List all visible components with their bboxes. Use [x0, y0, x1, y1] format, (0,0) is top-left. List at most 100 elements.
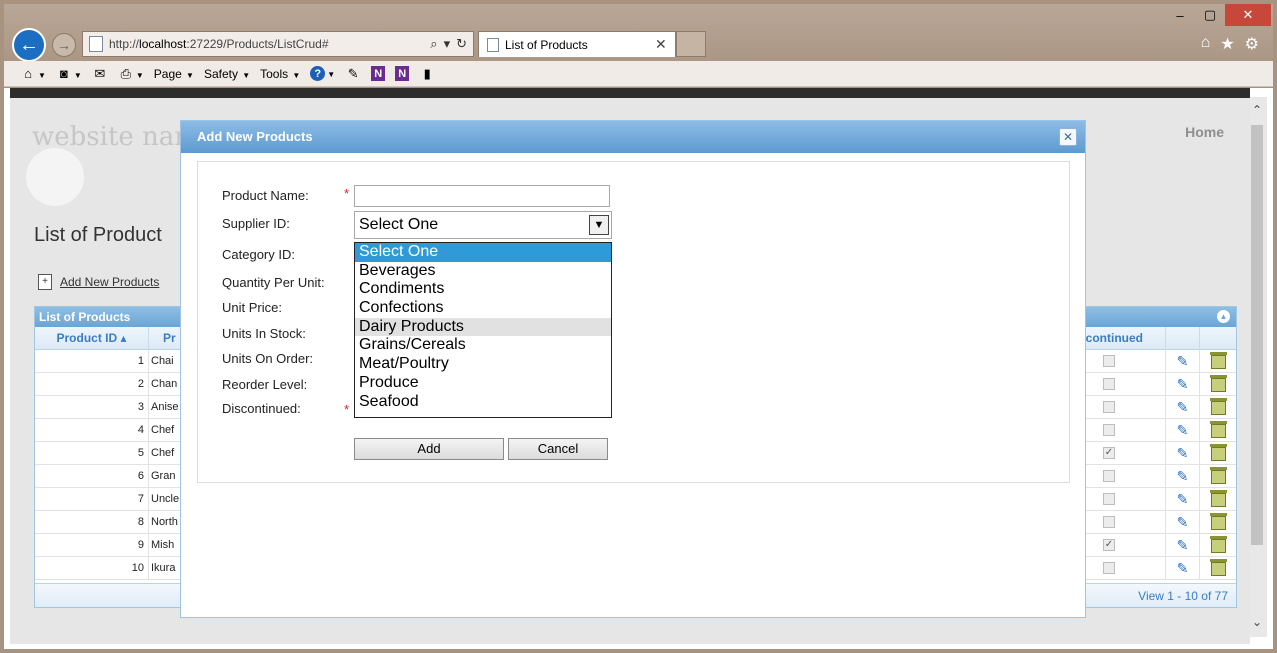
- discontinued-checkbox[interactable]: [1103, 493, 1115, 505]
- trash-icon[interactable]: [1199, 488, 1237, 511]
- category-option[interactable]: Meat/Poultry: [355, 355, 611, 374]
- column-header-edit: [1165, 327, 1199, 350]
- category-option[interactable]: Dairy Products: [355, 317, 611, 337]
- page-scrollbar[interactable]: ⌃ ⌄: [1247, 97, 1267, 637]
- pencil-icon[interactable]: ✎: [1165, 373, 1199, 396]
- discontinued-checkbox[interactable]: [1103, 470, 1115, 482]
- trash-icon[interactable]: [1199, 557, 1237, 580]
- scroll-down-icon[interactable]: ⌄: [1247, 613, 1267, 631]
- label-units-in-stock: Units In Stock:: [222, 326, 306, 341]
- add-button[interactable]: Add: [354, 438, 504, 460]
- discontinued-checkbox[interactable]: ✓: [1103, 447, 1115, 459]
- onenote-icon[interactable]: N: [371, 66, 386, 81]
- pencil-icon[interactable]: ✎: [1165, 419, 1199, 442]
- category-option[interactable]: Condiments: [355, 280, 611, 299]
- gear-icon[interactable]: ⚙: [1245, 34, 1259, 54]
- cell-product-id: 1: [35, 350, 149, 373]
- chevron-down-icon[interactable]: ▼: [589, 215, 609, 235]
- cell-product-id: 9: [35, 534, 149, 557]
- category-option[interactable]: Beverages: [355, 262, 611, 281]
- trash-icon[interactable]: [1199, 442, 1237, 465]
- close-window-icon[interactable]: ✕: [1225, 4, 1271, 26]
- trash-icon[interactable]: [1199, 465, 1237, 488]
- discontinued-checkbox[interactable]: [1103, 516, 1115, 528]
- dialog-title: Add New Products: [197, 129, 313, 144]
- category-option[interactable]: Seafood: [355, 393, 611, 412]
- mail-icon[interactable]: ✉: [92, 66, 108, 82]
- research-icon[interactable]: ✎: [345, 66, 361, 82]
- pencil-icon[interactable]: ✎: [1165, 465, 1199, 488]
- category-dropdown-list[interactable]: Select One Beverages Condiments Confections…: [354, 242, 612, 418]
- window-controls: – ▢ ✕: [1165, 4, 1271, 26]
- onenote-linked-icon[interactable]: N: [395, 66, 410, 81]
- cell-product-id: 7: [35, 488, 149, 511]
- trash-icon[interactable]: [1199, 534, 1237, 557]
- trash-icon[interactable]: [1199, 419, 1237, 442]
- trash-icon[interactable]: [1199, 511, 1237, 534]
- cell-product-name: Chef: [151, 424, 175, 436]
- tab-close-icon[interactable]: ✕: [655, 36, 675, 53]
- address-bar[interactable]: http://localhost:27229/Products/ListCrud…: [82, 31, 474, 57]
- favorites-star-icon[interactable]: ★: [1220, 34, 1234, 54]
- cell-product-id: 3: [35, 396, 149, 419]
- supplier-select[interactable]: Select One ▼: [354, 211, 612, 239]
- back-arrow-icon[interactable]: ←: [12, 28, 46, 62]
- scroll-thumb[interactable]: [1251, 125, 1263, 545]
- minimize-icon[interactable]: –: [1165, 4, 1195, 26]
- page-menu[interactable]: Page ▼: [154, 67, 194, 81]
- category-option[interactable]: Select One: [355, 243, 611, 262]
- pencil-icon[interactable]: ✎: [1165, 534, 1199, 557]
- pencil-icon[interactable]: ✎: [1165, 511, 1199, 534]
- search-icon[interactable]: ⌕: [430, 36, 437, 52]
- feeds-cmd[interactable]: ◙ ▼: [56, 66, 82, 82]
- page-title: List of Product: [34, 224, 162, 246]
- pencil-icon[interactable]: ✎: [1165, 396, 1199, 419]
- discontinued-checkbox[interactable]: [1103, 378, 1115, 390]
- column-header-product-id[interactable]: Product ID ▴: [35, 327, 149, 349]
- browser-tab[interactable]: List of Products ✕: [478, 31, 676, 57]
- discontinued-checkbox[interactable]: [1103, 424, 1115, 436]
- label-reorder-level: Reorder Level:: [222, 377, 308, 392]
- category-option[interactable]: Confections: [355, 299, 611, 318]
- tools-menu[interactable]: Tools ▼: [260, 67, 300, 81]
- cell-product-id: 6: [35, 465, 149, 488]
- help-cmd[interactable]: ? ▼: [310, 66, 335, 82]
- add-new-products-link[interactable]: + Add New Products: [38, 274, 159, 290]
- trash-icon[interactable]: [1199, 373, 1237, 396]
- column-header-product-name[interactable]: Pr: [149, 327, 179, 349]
- discontinued-checkbox[interactable]: [1103, 355, 1115, 367]
- addon-icon[interactable]: ▮: [419, 66, 435, 82]
- pencil-icon[interactable]: ✎: [1165, 488, 1199, 511]
- label-product-name: Product Name:: [222, 188, 309, 203]
- pencil-icon[interactable]: ✎: [1165, 557, 1199, 580]
- dropdown-icon[interactable]: ▾: [444, 36, 451, 52]
- pencil-icon[interactable]: ✎: [1165, 350, 1199, 373]
- discontinued-checkbox[interactable]: [1103, 562, 1115, 574]
- cancel-button[interactable]: Cancel: [508, 438, 608, 460]
- refresh-icon[interactable]: ↻: [456, 36, 467, 52]
- trash-icon[interactable]: [1199, 350, 1237, 373]
- discontinued-checkbox[interactable]: ✓: [1103, 539, 1115, 551]
- maximize-icon[interactable]: ▢: [1195, 4, 1225, 26]
- home-nav-link[interactable]: Home: [1185, 124, 1224, 140]
- home-icon[interactable]: ⌂: [1201, 34, 1211, 54]
- url-text[interactable]: http://localhost:27229/Products/ListCrud…: [109, 37, 430, 51]
- dialog-header: Add New Products ✕: [181, 121, 1085, 153]
- safety-menu[interactable]: Safety ▼: [204, 67, 250, 81]
- collapse-icon[interactable]: ▲: [1217, 310, 1230, 323]
- forward-arrow-icon[interactable]: →: [52, 33, 76, 57]
- dialog-close-icon[interactable]: ✕: [1059, 128, 1077, 146]
- product-name-input[interactable]: [354, 185, 610, 207]
- category-option[interactable]: Produce: [355, 374, 611, 393]
- scroll-up-icon[interactable]: ⌃: [1247, 101, 1267, 119]
- category-option[interactable]: Grains/Cereals: [355, 336, 611, 355]
- new-tab-button[interactable]: [676, 31, 706, 57]
- discontinued-checkbox[interactable]: [1103, 401, 1115, 413]
- trash-icon[interactable]: [1199, 396, 1237, 419]
- cell-product-name: North: [151, 516, 178, 528]
- column-header-discontinued[interactable]: scontinued: [1079, 327, 1143, 350]
- pencil-icon[interactable]: ✎: [1165, 442, 1199, 465]
- home-cmd[interactable]: ⌂ ▼: [20, 66, 46, 82]
- cell-product-id: 5: [35, 442, 149, 465]
- print-cmd[interactable]: ⎙ ▼: [118, 66, 144, 82]
